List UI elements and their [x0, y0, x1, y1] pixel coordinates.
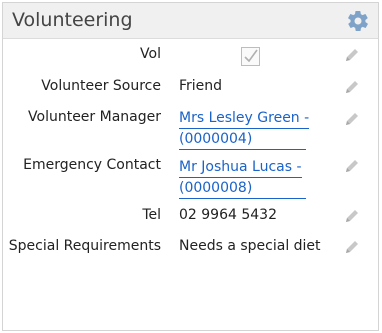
- tel-label: Tel: [142, 207, 161, 223]
- volunteer-manager-name: Mrs Lesley Green -: [179, 109, 310, 129]
- volunteer-manager-label: Volunteer Manager: [28, 109, 161, 125]
- emergency-contact-label: Emergency Contact: [23, 157, 161, 173]
- vol-checkbox[interactable]: [241, 47, 260, 66]
- vol-label: Vol: [140, 46, 161, 62]
- edit-emergency-contact-pencil-icon[interactable]: [344, 158, 360, 174]
- special-requirements-value: Needs a special diet: [179, 238, 321, 254]
- emergency-contact-link[interactable]: Mr Joshua Lucas - (0000008): [179, 157, 307, 199]
- gear-icon[interactable]: [346, 9, 370, 33]
- volunteering-panel: Volunteering Vol Volunteer Source Friend…: [2, 2, 379, 331]
- emergency-contact-name: Mr Joshua Lucas -: [179, 158, 302, 178]
- edit-vol-pencil-icon[interactable]: [344, 47, 360, 63]
- volunteer-source-value: Friend: [179, 78, 223, 94]
- volunteer-manager-link[interactable]: Mrs Lesley Green - (0000004): [179, 108, 310, 150]
- edit-volunteer-source-pencil-icon[interactable]: [344, 79, 360, 95]
- emergency-contact-id: (0000008): [179, 179, 307, 199]
- tel-value: 02 9964 5432: [179, 207, 277, 223]
- panel-title: Volunteering: [12, 9, 133, 31]
- volunteer-manager-id: (0000004): [179, 130, 307, 150]
- panel-header: Volunteering: [3, 3, 378, 39]
- special-requirements-label: Special Requirements: [8, 238, 161, 254]
- edit-tel-pencil-icon[interactable]: [344, 208, 360, 224]
- checkmark-icon: [244, 49, 258, 63]
- edit-volunteer-manager-pencil-icon[interactable]: [344, 111, 360, 127]
- volunteer-source-label: Volunteer Source: [41, 78, 161, 94]
- edit-special-requirements-pencil-icon[interactable]: [344, 239, 360, 255]
